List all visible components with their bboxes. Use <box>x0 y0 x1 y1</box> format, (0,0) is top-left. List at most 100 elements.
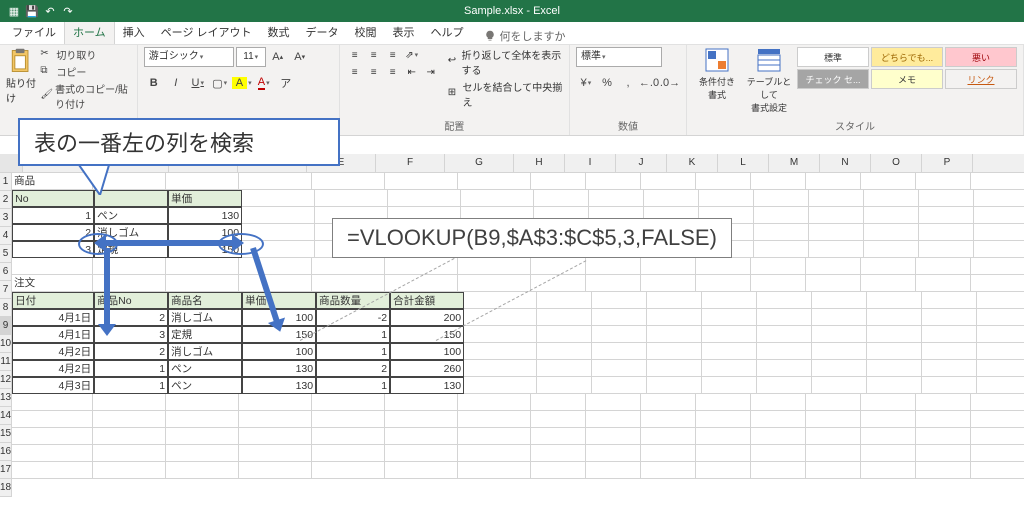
cell-D17[interactable] <box>239 445 312 462</box>
cell-N10[interactable] <box>867 326 922 343</box>
cell-H6[interactable] <box>531 258 586 275</box>
cell-N11[interactable] <box>867 343 922 360</box>
cell-P13[interactable] <box>977 377 1024 394</box>
tab-file[interactable]: ファイル <box>4 20 64 44</box>
cell-F12[interactable]: 260 <box>390 360 464 377</box>
cell-I8[interactable] <box>592 292 647 309</box>
cell-J9[interactable] <box>647 309 702 326</box>
row-header-4[interactable]: 4 <box>0 227 11 245</box>
cell-G10[interactable] <box>464 326 537 343</box>
align-middle-button[interactable]: ≡ <box>365 47 383 63</box>
cell-H16[interactable] <box>531 428 586 445</box>
cell-H8[interactable] <box>537 292 592 309</box>
cell-N6[interactable] <box>861 258 916 275</box>
style-memo[interactable]: メモ <box>871 69 943 89</box>
cell-A6[interactable] <box>12 258 93 275</box>
row-header-11[interactable]: 11 <box>0 353 11 371</box>
col-header-P[interactable]: P <box>922 154 973 172</box>
cell-L6[interactable] <box>751 258 806 275</box>
cell-M11[interactable] <box>812 343 867 360</box>
indent-inc-button[interactable]: ⇥ <box>422 64 440 80</box>
cell-L17[interactable] <box>751 445 806 462</box>
align-center-button[interactable]: ≡ <box>365 64 383 80</box>
increase-font-button[interactable]: A▴ <box>268 47 288 67</box>
save-icon[interactable]: 💾 <box>24 3 40 19</box>
cell-O15[interactable] <box>916 411 971 428</box>
percent-button[interactable]: % <box>597 73 617 93</box>
row-header-7[interactable]: 7 <box>0 281 11 299</box>
cell-M1[interactable] <box>806 173 861 190</box>
cell-C9[interactable]: 消しゴム <box>168 309 242 326</box>
cell-M3[interactable] <box>809 207 864 224</box>
col-header-G[interactable]: G <box>445 154 514 172</box>
cell-D7[interactable] <box>239 275 312 292</box>
cell-B16[interactable] <box>93 428 166 445</box>
cell-O6[interactable] <box>916 258 971 275</box>
cell-O8[interactable] <box>922 292 977 309</box>
cell-K8[interactable] <box>702 292 757 309</box>
cell-L14[interactable] <box>751 394 806 411</box>
cell-L13[interactable] <box>757 377 812 394</box>
cell-C17[interactable] <box>166 445 239 462</box>
redo-icon[interactable]: ↷ <box>60 3 76 19</box>
cell-N1[interactable] <box>861 173 916 190</box>
cell-A9[interactable]: 4月1日 <box>12 309 94 326</box>
decimal-inc-button[interactable]: ←.0 <box>639 73 659 93</box>
cell-N2[interactable] <box>864 190 919 207</box>
cell-L4[interactable] <box>754 224 809 241</box>
tab-insert[interactable]: 挿入 <box>115 20 153 44</box>
cell-E12[interactable]: 2 <box>316 360 390 377</box>
cell-P5[interactable] <box>974 241 1024 258</box>
cell-C16[interactable] <box>166 428 239 445</box>
cell-M2[interactable] <box>809 190 864 207</box>
cell-L1[interactable] <box>751 173 806 190</box>
cell-A15[interactable] <box>12 411 93 428</box>
cell-M16[interactable] <box>806 428 861 445</box>
cell-B12[interactable]: 1 <box>94 360 168 377</box>
cell-N13[interactable] <box>867 377 922 394</box>
tab-review[interactable]: 校閲 <box>347 20 385 44</box>
indent-dec-button[interactable]: ⇤ <box>403 64 421 80</box>
cell-L10[interactable] <box>757 326 812 343</box>
cell-B14[interactable] <box>93 394 166 411</box>
cell-F8[interactable]: 合計金額 <box>390 292 464 309</box>
cell-I14[interactable] <box>586 394 641 411</box>
decimal-dec-button[interactable]: .0→ <box>660 73 680 93</box>
cell-D16[interactable] <box>239 428 312 445</box>
cell-E17[interactable] <box>312 445 385 462</box>
align-bottom-button[interactable]: ≡ <box>384 47 402 63</box>
cell-A10[interactable]: 4月1日 <box>12 326 94 343</box>
merge-center-button[interactable]: ⊞セルを結合して中央揃え <box>448 79 563 109</box>
align-left-button[interactable]: ≡ <box>346 64 364 80</box>
conditional-format-button[interactable]: 条件付き 書式 <box>693 47 741 101</box>
cell-E18[interactable] <box>312 462 385 479</box>
cell-J2[interactable] <box>644 190 699 207</box>
cell-H11[interactable] <box>537 343 592 360</box>
cell-styles-gallery[interactable]: 標準 どちらでも... 悪い チェック セ... メモ リンク <box>797 47 1017 89</box>
cell-H1[interactable] <box>531 173 586 190</box>
border-button[interactable]: ▢ <box>210 73 230 93</box>
cell-A12[interactable]: 4月2日 <box>12 360 94 377</box>
cell-M15[interactable] <box>806 411 861 428</box>
cell-E16[interactable] <box>312 428 385 445</box>
cell-P4[interactable] <box>974 224 1024 241</box>
row-header-5[interactable]: 5 <box>0 245 11 263</box>
cell-E6[interactable] <box>312 258 385 275</box>
style-bad[interactable]: 悪い <box>945 47 1017 67</box>
cell-F16[interactable] <box>385 428 458 445</box>
col-header-N[interactable]: N <box>820 154 871 172</box>
cell-C6[interactable] <box>166 258 239 275</box>
tab-help[interactable]: ヘルプ <box>423 20 472 44</box>
cell-I12[interactable] <box>592 360 647 377</box>
tab-data[interactable]: データ <box>298 20 347 44</box>
cell-B17[interactable] <box>93 445 166 462</box>
cell-C13[interactable]: ペン <box>168 377 242 394</box>
tellme-search[interactable]: 何をしますか <box>484 28 566 44</box>
cell-N18[interactable] <box>861 462 916 479</box>
cell-D2[interactable] <box>242 190 315 207</box>
row-header-9[interactable]: 9 <box>0 317 11 335</box>
cell-N12[interactable] <box>867 360 922 377</box>
cell-C8[interactable]: 商品名 <box>168 292 242 309</box>
cell-A11[interactable]: 4月2日 <box>12 343 94 360</box>
cell-P8[interactable] <box>977 292 1024 309</box>
